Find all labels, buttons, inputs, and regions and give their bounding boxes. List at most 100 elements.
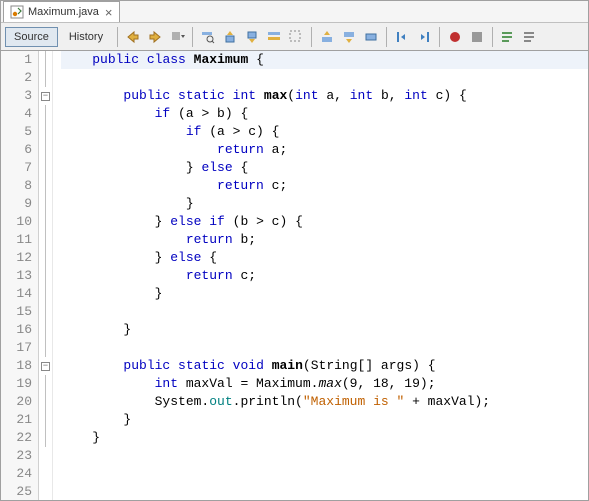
fold-cell [39, 141, 52, 159]
fold-cell [39, 303, 52, 321]
line-number: 13 [1, 267, 32, 285]
java-file-icon [10, 5, 24, 19]
line-number: 15 [1, 303, 32, 321]
code-line[interactable]: } else { [61, 159, 588, 177]
shift-left-icon[interactable] [392, 27, 412, 47]
code-line[interactable] [61, 465, 588, 483]
separator [492, 27, 493, 47]
line-number: 17 [1, 339, 32, 357]
code-line[interactable]: } [61, 321, 588, 339]
line-number: 7 [1, 159, 32, 177]
fold-cell [39, 105, 52, 123]
source-button[interactable]: Source [5, 27, 58, 47]
separator [311, 27, 312, 47]
fold-toggle-icon[interactable]: − [41, 362, 50, 371]
fold-cell [39, 69, 52, 87]
code-line[interactable] [61, 303, 588, 321]
fold-cell [39, 321, 52, 339]
toggle-highlight-icon[interactable] [264, 27, 284, 47]
fold-cell [39, 465, 52, 483]
code-line[interactable]: } [61, 285, 588, 303]
fold-cell [39, 429, 52, 447]
code-line[interactable]: } [61, 411, 588, 429]
code-line[interactable]: } else if (b > c) { [61, 213, 588, 231]
fold-cell [39, 285, 52, 303]
fold-cell [39, 375, 52, 393]
fold-cell [39, 411, 52, 429]
code-line[interactable]: public static void main(String[] args) { [61, 357, 588, 375]
toggle-bookmark-icon[interactable] [361, 27, 381, 47]
fold-cell [39, 249, 52, 267]
line-number: 12 [1, 249, 32, 267]
line-number: 16 [1, 321, 32, 339]
line-number: 3 [1, 87, 32, 105]
close-icon[interactable]: × [105, 6, 113, 19]
code-line[interactable] [61, 447, 588, 465]
fold-cell [39, 123, 52, 141]
separator [117, 27, 118, 47]
code-line[interactable]: return b; [61, 231, 588, 249]
forward-icon[interactable] [145, 27, 165, 47]
find-previous-icon[interactable] [220, 27, 240, 47]
history-button[interactable]: History [60, 27, 112, 47]
code-line[interactable]: return c; [61, 267, 588, 285]
toolbar: Source History [1, 23, 588, 51]
tab-bar: Maximum.java × [1, 1, 588, 23]
code-line[interactable] [61, 339, 588, 357]
line-number: 10 [1, 213, 32, 231]
code-line[interactable]: } [61, 195, 588, 213]
fold-cell [39, 51, 52, 69]
fold-cell [39, 339, 52, 357]
find-next-icon[interactable] [242, 27, 262, 47]
code-line[interactable]: return a; [61, 141, 588, 159]
back-icon[interactable] [123, 27, 143, 47]
line-number: 8 [1, 177, 32, 195]
code-line[interactable] [61, 69, 588, 87]
line-number: 14 [1, 285, 32, 303]
code-line[interactable]: } else { [61, 249, 588, 267]
previous-bookmark-icon[interactable] [317, 27, 337, 47]
file-tab[interactable]: Maximum.java × [3, 1, 120, 22]
fold-toggle-icon[interactable]: − [41, 92, 50, 101]
line-number: 24 [1, 465, 32, 483]
line-number: 22 [1, 429, 32, 447]
fold-cell [39, 159, 52, 177]
code-line[interactable] [61, 483, 588, 500]
separator [439, 27, 440, 47]
fold-cell [39, 177, 52, 195]
code-area[interactable]: public class Maximum { public static int… [53, 51, 588, 500]
find-selection-icon[interactable] [198, 27, 218, 47]
code-line[interactable]: if (a > c) { [61, 123, 588, 141]
fold-cell: − [39, 87, 52, 105]
tab-label: Maximum.java [28, 6, 99, 18]
code-line[interactable]: if (a > b) { [61, 105, 588, 123]
line-number: 18 [1, 357, 32, 375]
line-number: 5 [1, 123, 32, 141]
toggle-rectangular-icon[interactable] [286, 27, 306, 47]
fold-cell [39, 231, 52, 249]
fold-cell [39, 447, 52, 465]
code-line[interactable]: public static int max(int a, int b, int … [61, 87, 588, 105]
uncomment-icon[interactable] [520, 27, 540, 47]
dropdown-icon[interactable] [167, 27, 187, 47]
line-number: 2 [1, 69, 32, 87]
fold-cell [39, 213, 52, 231]
shift-right-icon[interactable] [414, 27, 434, 47]
line-number: 1 [1, 51, 32, 69]
comment-icon[interactable] [498, 27, 518, 47]
line-number: 4 [1, 105, 32, 123]
code-line[interactable]: System.out.println("Maximum is " + maxVa… [61, 393, 588, 411]
separator [192, 27, 193, 47]
fold-cell [39, 393, 52, 411]
line-number: 23 [1, 447, 32, 465]
fold-cell [39, 483, 52, 501]
line-number: 19 [1, 375, 32, 393]
next-bookmark-icon[interactable] [339, 27, 359, 47]
code-line[interactable]: } [61, 429, 588, 447]
code-editor[interactable]: 1234567891011121314151617181920212223242… [1, 51, 588, 500]
code-line[interactable]: int maxVal = Maximum.max(9, 18, 19); [61, 375, 588, 393]
start-macro-icon[interactable] [445, 27, 465, 47]
code-line[interactable]: return c; [61, 177, 588, 195]
stop-macro-icon[interactable] [467, 27, 487, 47]
code-line[interactable]: public class Maximum { [61, 51, 588, 69]
